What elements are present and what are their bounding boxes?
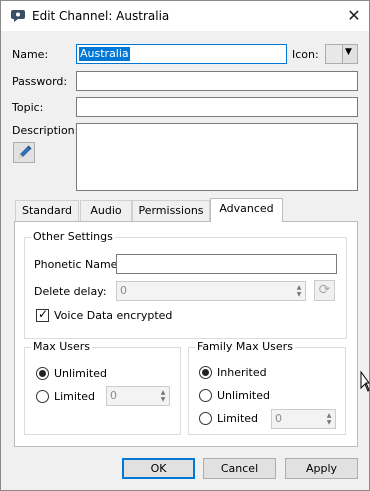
family-inherited-radio[interactable] — [199, 366, 212, 379]
family-max-users-group: Family Max Users Inherited Unlimited Lim… — [188, 340, 346, 435]
name-label: Name: — [12, 48, 49, 61]
resize-cursor-icon — [360, 371, 370, 392]
checkmark-icon: ✓ — [38, 307, 49, 321]
radio-selected-dot — [202, 369, 209, 376]
voice-encrypted-label: Voice Data encrypted — [54, 309, 173, 322]
delete-delay-label: Delete delay: — [34, 285, 107, 298]
spin-down-icon[interactable]: ▼ — [159, 396, 167, 403]
family-max-users-title: Family Max Users — [195, 340, 295, 353]
delete-delay-spinbox[interactable]: 0 ▲ ▼ — [116, 281, 306, 301]
max-users-limited-label: Limited — [54, 390, 96, 403]
tab-permissions[interactable]: Permissions — [132, 200, 210, 221]
voice-encrypted-checkbox[interactable]: ✓ — [36, 307, 49, 322]
edit-channel-dialog: Edit Channel: Australia ✕ Name: Australi… — [0, 0, 370, 491]
family-limited-radio[interactable] — [199, 412, 212, 425]
icon-select[interactable]: ▼ — [325, 44, 358, 64]
refresh-delete-delay-button[interactable]: ⟳ — [314, 280, 335, 301]
tab-standard[interactable]: Standard — [15, 200, 79, 221]
spin-down-icon[interactable]: ▼ — [325, 419, 333, 426]
family-unlimited-radio[interactable] — [199, 389, 212, 402]
edit-description-button[interactable] — [13, 142, 35, 163]
spin-down-icon[interactable]: ▼ — [295, 291, 303, 298]
title-bar: Edit Channel: Australia ✕ — [1, 1, 369, 31]
radio-selected-dot — [39, 370, 46, 377]
max-users-unlimited-radio[interactable] — [36, 367, 49, 380]
description-textarea[interactable] — [76, 123, 358, 191]
apply-button[interactable]: Apply — [285, 458, 358, 479]
pencil-icon — [19, 145, 32, 158]
password-input[interactable] — [76, 71, 358, 91]
password-label: Password: — [12, 75, 68, 88]
delete-delay-value: 0 — [120, 284, 127, 297]
icon-preview — [326, 45, 343, 63]
phonetic-name-label: Phonetic Name: — [34, 258, 122, 271]
family-inherited-label: Inherited — [217, 366, 267, 379]
other-settings-group: Other Settings Phonetic Name: Delete del… — [24, 230, 347, 339]
max-users-limited-radio[interactable] — [36, 390, 49, 403]
cancel-button[interactable]: Cancel — [203, 458, 276, 479]
ok-button[interactable]: OK — [122, 458, 195, 479]
family-unlimited-label: Unlimited — [217, 389, 270, 402]
family-limited-label: Limited — [217, 412, 259, 425]
family-limit-value: 0 — [275, 412, 282, 425]
max-users-limit-spinbox[interactable]: 0 ▲ ▼ — [106, 386, 170, 406]
refresh-icon: ⟳ — [318, 282, 331, 298]
phonetic-name-input[interactable] — [116, 254, 337, 274]
max-users-limit-value: 0 — [110, 389, 117, 402]
topic-label: Topic: — [12, 101, 44, 114]
close-icon: ✕ — [347, 6, 361, 25]
name-value-selected: Australia — [79, 47, 130, 61]
max-users-title: Max Users — [31, 340, 93, 353]
other-settings-title: Other Settings — [31, 230, 115, 243]
chevron-down-icon: ▼ — [345, 47, 352, 57]
spin-up-icon[interactable]: ▲ — [159, 389, 167, 396]
max-users-unlimited-label: Unlimited — [54, 367, 107, 380]
tab-advanced[interactable]: Advanced — [210, 198, 283, 222]
spin-up-icon[interactable]: ▲ — [325, 412, 333, 419]
topic-input[interactable] — [76, 97, 358, 117]
max-users-group: Max Users Unlimited Limited 0 ▲ ▼ — [24, 340, 181, 435]
name-input[interactable]: Australia — [76, 44, 287, 64]
spin-up-icon[interactable]: ▲ — [295, 284, 303, 291]
icon-label: Icon: — [292, 48, 319, 61]
tab-audio[interactable]: Audio — [80, 200, 132, 221]
app-logo-icon — [11, 10, 25, 22]
close-button[interactable]: ✕ — [339, 3, 369, 29]
family-limit-spinbox[interactable]: 0 ▲ ▼ — [271, 409, 336, 429]
advanced-tab-panel: Other Settings Phonetic Name: Delete del… — [14, 221, 358, 447]
window-title: Edit Channel: Australia — [32, 9, 170, 23]
description-label: Description: — [12, 124, 79, 137]
